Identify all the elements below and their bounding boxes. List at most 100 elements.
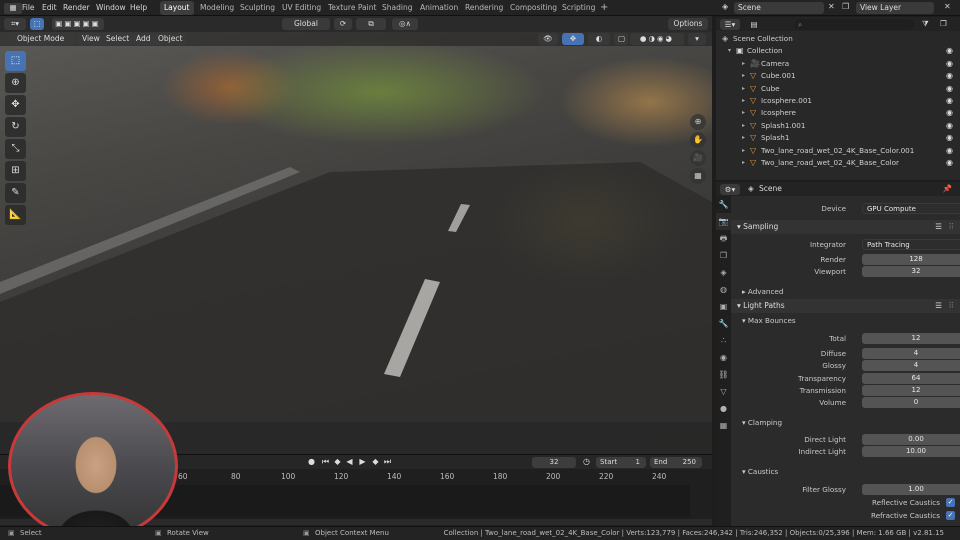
overlay-icon[interactable]: ◐: [588, 33, 610, 45]
menu-add[interactable]: Add: [132, 33, 155, 45]
integrator-dropdown[interactable]: Path Tracing: [862, 239, 960, 250]
current-frame-field[interactable]: 32: [532, 457, 576, 468]
snap-icon[interactable]: ⧉: [356, 18, 386, 30]
filter-glossy-field[interactable]: 1.00: [862, 484, 960, 495]
max-bounces-subpanel[interactable]: ▾ Max Bounces: [736, 314, 960, 327]
modifier-tab-icon[interactable]: 🔧: [716, 315, 731, 332]
tab-sculpting[interactable]: Sculpting: [236, 1, 279, 15]
menu-window[interactable]: Window: [96, 3, 126, 12]
tab-texture-paint[interactable]: Texture Paint: [324, 1, 380, 15]
cursor-tool-icon[interactable]: ⊕: [5, 73, 26, 93]
annotate-tool-icon[interactable]: ✎: [5, 183, 26, 203]
next-keyframe-icon[interactable]: ◆: [370, 456, 381, 468]
outliner[interactable]: ☰▾ ▤ ⌕ ⧩ ❐ ◈ Scene Collection ▾ ▣ Collection…: [716, 17, 960, 180]
menu-file[interactable]: File: [22, 3, 35, 12]
visibility-eye-icon[interactable]: ◉: [946, 132, 953, 144]
presets-icon[interactable]: ☰: [935, 220, 942, 234]
play-icon[interactable]: ▶: [357, 456, 368, 468]
outliner-row[interactable]: ▸ ▽ Splash1 ◉: [716, 132, 960, 144]
advanced-subpanel[interactable]: ▸ Advanced: [736, 285, 960, 298]
scene-selector[interactable]: Scene: [734, 2, 824, 14]
outliner-row[interactable]: ▸ ▽ Icosphere ◉: [716, 107, 960, 119]
light-paths-panel-header[interactable]: ▾ Light Paths ☰ ⠿: [731, 299, 960, 313]
gizmo-icon[interactable]: ✥: [562, 33, 584, 45]
device-dropdown[interactable]: GPU Compute: [862, 203, 960, 214]
menu-edit[interactable]: Edit: [42, 3, 57, 12]
render-samples-field[interactable]: 128: [862, 254, 960, 265]
view-layer-selector[interactable]: View Layer: [856, 2, 934, 14]
move-tool-icon[interactable]: ✥: [5, 95, 26, 115]
properties-editor[interactable]: ⚙▾ ◈ Scene 📌 🔧 📷 🖶 ❐ ◈ ◍ ▣ 🔧 ∴ ◉ ⛓ ▽ ● ▦…: [716, 182, 960, 526]
collapsed-icon[interactable]: ▸: [742, 145, 745, 157]
caustics-subpanel[interactable]: ▾ Caustics: [736, 465, 960, 478]
object-mode-dropdown[interactable]: Object Mode: [5, 33, 75, 45]
material-tab-icon[interactable]: ●: [716, 400, 731, 417]
tool-tab-icon[interactable]: 🔧: [716, 196, 731, 213]
data-tab-icon[interactable]: ▽: [716, 383, 731, 400]
jump-end-icon[interactable]: ⏭: [382, 456, 393, 468]
direct-light-field[interactable]: 0.00: [862, 434, 960, 445]
viewport-samples-field[interactable]: 32: [862, 266, 960, 277]
camera-view-icon[interactable]: 🎥: [690, 150, 706, 166]
collapsed-icon[interactable]: ▸: [742, 107, 745, 119]
close-scene-icon[interactable]: ✕: [828, 2, 835, 11]
tab-uv-editing[interactable]: UV Editing: [278, 1, 325, 15]
select-box-icon[interactable]: ⬚: [30, 18, 44, 30]
prev-keyframe-icon[interactable]: ◆: [332, 456, 343, 468]
outliner-search-input[interactable]: ⌕: [794, 19, 914, 30]
menu-select[interactable]: Select: [102, 33, 134, 45]
shading-options-icon[interactable]: ▾: [688, 33, 706, 45]
collapsed-icon[interactable]: ▸: [742, 132, 745, 144]
collapsed-icon[interactable]: ▸: [742, 70, 745, 82]
options-dropdown[interactable]: Options: [668, 18, 708, 30]
visibility-eye-icon[interactable]: ◉: [946, 83, 953, 95]
filter-icon[interactable]: ⧩: [922, 19, 929, 29]
clock-icon[interactable]: ◷: [581, 456, 592, 468]
close-view-layer-icon[interactable]: ✕: [944, 2, 951, 11]
collapsed-icon[interactable]: ▸: [742, 83, 745, 95]
transparency-field[interactable]: 64: [862, 373, 960, 384]
pan-icon[interactable]: ✋: [690, 132, 706, 148]
end-frame-field[interactable]: End 250: [650, 457, 702, 468]
pin-icon[interactable]: 📌: [943, 184, 952, 193]
menu-help[interactable]: Help: [130, 3, 147, 12]
refractive-caustics-checkbox[interactable]: ✓: [946, 511, 955, 520]
visibility-eye-icon[interactable]: ◉: [946, 145, 953, 157]
outliner-row[interactable]: ◈ Scene Collection: [716, 33, 960, 45]
view-layer-tab-icon[interactable]: ❐: [716, 247, 731, 264]
select-mode-buttons[interactable]: ▣▣▣▣▣: [52, 18, 104, 30]
start-frame-field[interactable]: Start 1: [596, 457, 646, 468]
menu-view[interactable]: View: [78, 33, 104, 45]
play-reverse-icon[interactable]: ◀: [344, 456, 355, 468]
render-tab-icon[interactable]: 📷: [716, 213, 731, 230]
outliner-row[interactable]: ▾ ▣ Collection ◉: [716, 45, 960, 57]
texture-tab-icon[interactable]: ▦: [716, 417, 731, 434]
outliner-editor-type-icon[interactable]: ☰▾: [720, 19, 740, 30]
visibility-eye-icon[interactable]: ◉: [946, 107, 953, 119]
collapsed-icon[interactable]: ▸: [742, 120, 745, 132]
indirect-light-field[interactable]: 10.00: [862, 446, 960, 457]
visibility-eye-icon[interactable]: ◉: [946, 157, 953, 169]
tab-shading[interactable]: Shading: [378, 1, 416, 15]
3d-viewport[interactable]: Object Mode View Select Add Object 👁 ✥ ◐…: [0, 32, 712, 454]
collapsed-icon[interactable]: ▸: [742, 95, 745, 107]
add-workspace-icon[interactable]: +: [596, 1, 612, 15]
outliner-row[interactable]: ▸ ▽ Icosphere.001 ◉: [716, 95, 960, 107]
visibility-eye-icon[interactable]: ◉: [946, 58, 953, 70]
rotate-tool-icon[interactable]: ↻: [5, 117, 26, 137]
volume-field[interactable]: 0: [862, 397, 960, 408]
glossy-field[interactable]: 4: [862, 360, 960, 371]
measure-tool-icon[interactable]: 📐: [5, 205, 26, 225]
clamping-subpanel[interactable]: ▾ Clamping: [736, 416, 960, 429]
outliner-row[interactable]: ▸ ▽ Two_lane_road_wet_02_4K_Base_Color ◉: [716, 157, 960, 169]
tab-modeling[interactable]: Modeling: [196, 1, 238, 15]
tab-scripting[interactable]: Scripting: [558, 1, 599, 15]
drag-handle-icon[interactable]: ⠿: [949, 220, 955, 234]
object-tab-icon[interactable]: ▣: [716, 298, 731, 315]
sampling-panel-header[interactable]: ▾ Sampling ☰ ⠿: [731, 220, 960, 234]
menu-object[interactable]: Object: [154, 33, 187, 45]
ortho-toggle-icon[interactable]: ▦: [690, 168, 706, 184]
outliner-row[interactable]: ▸ ▽ Cube ◉: [716, 83, 960, 95]
menu-render[interactable]: Render: [63, 3, 90, 12]
scale-tool-icon[interactable]: ⤡: [5, 139, 26, 159]
